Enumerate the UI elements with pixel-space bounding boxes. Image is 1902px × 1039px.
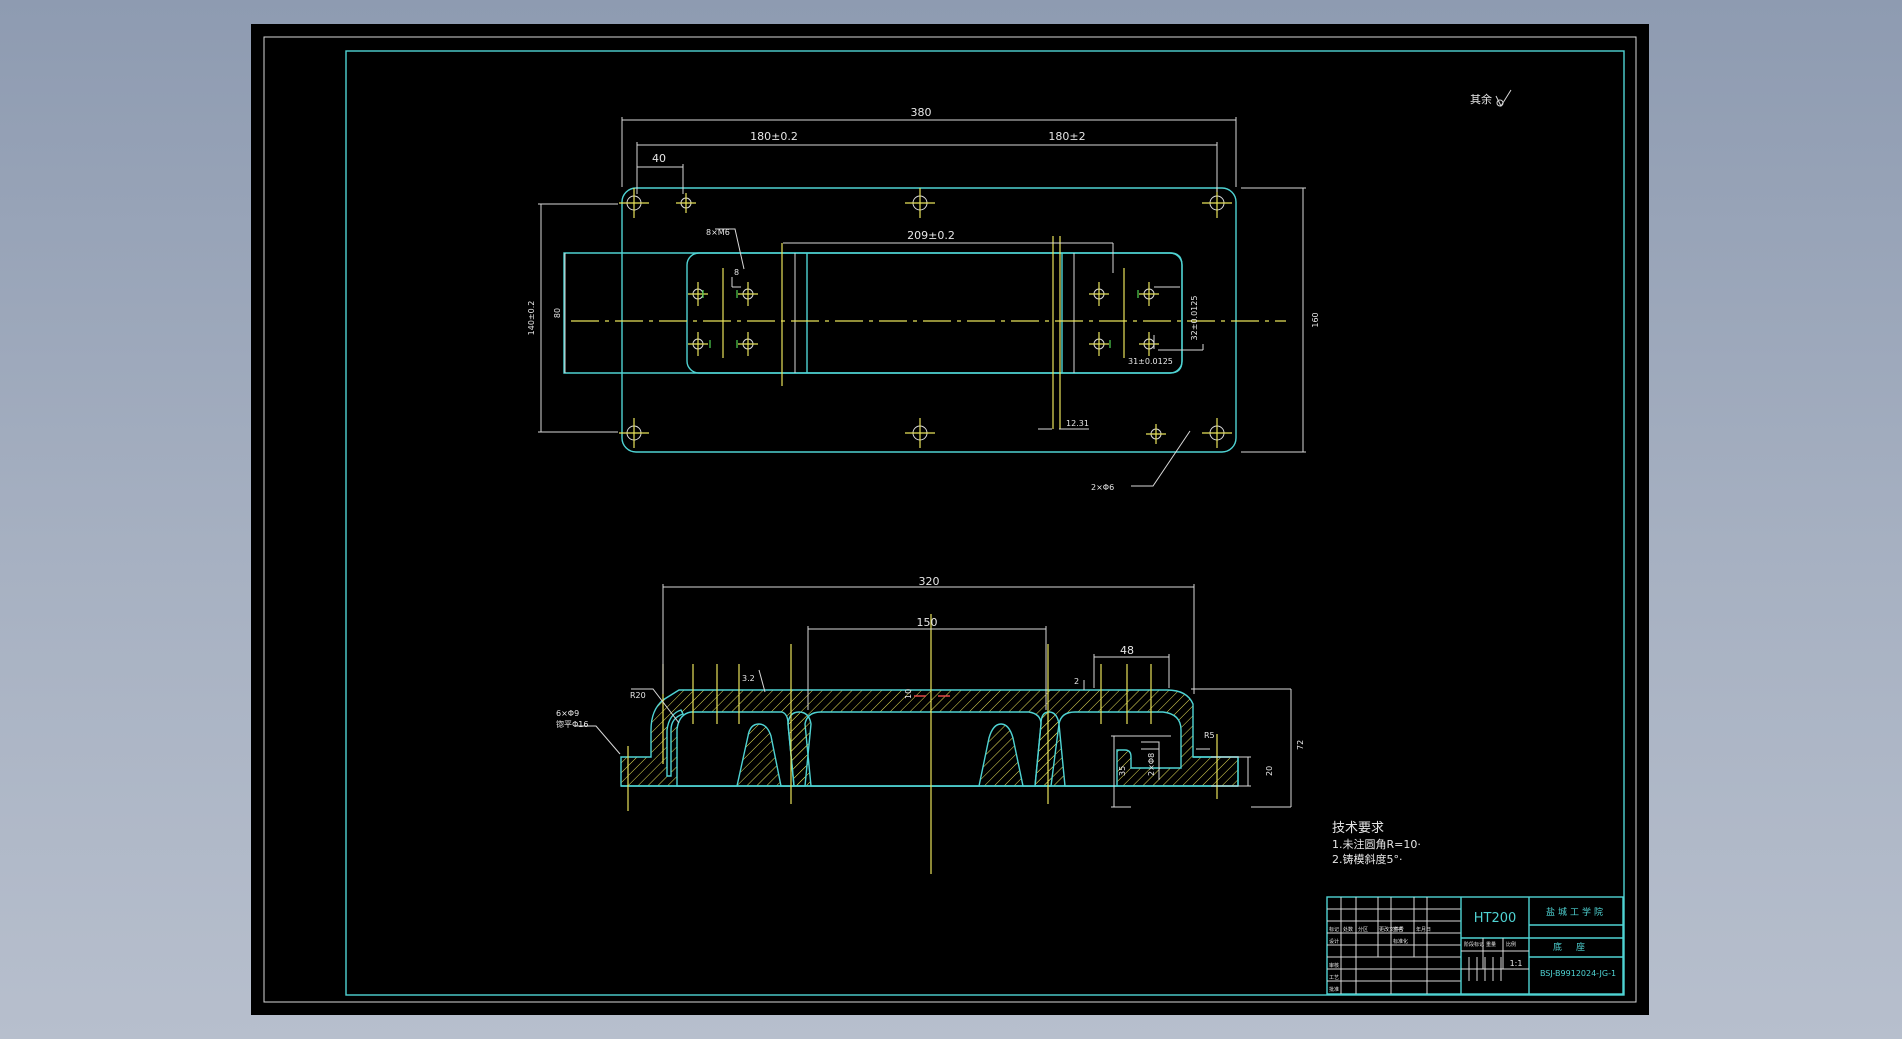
dim-180-right: 180±2 xyxy=(1048,130,1085,143)
dim-140: 140±0.2 xyxy=(527,301,536,336)
svg-text:年月日: 年月日 xyxy=(1416,926,1431,933)
svg-text:签名: 签名 xyxy=(1393,926,1403,933)
dim-31: 31±0.0125 xyxy=(1128,357,1173,366)
roughness-note: 其余 xyxy=(1470,92,1492,106)
dim-35: 35 xyxy=(1118,766,1127,776)
svg-text:重量: 重量 xyxy=(1486,941,1496,948)
tech-item-2: 2.铸模斜度5°· xyxy=(1332,852,1403,866)
svg-text:审核: 审核 xyxy=(1329,962,1339,969)
svg-text:标准化: 标准化 xyxy=(1393,938,1408,945)
svg-text:批准: 批准 xyxy=(1329,986,1339,993)
tech-title: 技术要求 xyxy=(1332,821,1384,836)
inner-block xyxy=(563,252,1183,374)
radius-r20: R20 xyxy=(630,691,646,700)
dim-150: 150 xyxy=(917,616,938,629)
svg-text:设计: 设计 xyxy=(1329,938,1339,945)
surface-mark: 3.2 xyxy=(742,674,755,683)
svg-text:标记: 标记 xyxy=(1329,926,1339,933)
dim-380: 380 xyxy=(911,106,932,119)
dim-80: 80 xyxy=(553,308,562,318)
cad-drawing: 其余 380 180±0.2 180±2 40 209±0.2 8×M6 8 1… xyxy=(263,36,1637,1003)
svg-text:比例: 比例 xyxy=(1506,941,1516,948)
dim-20: 20 xyxy=(1265,766,1274,776)
thread-callout: 8×M6 xyxy=(706,228,730,237)
dim-72: 72 xyxy=(1296,740,1305,750)
dim-160: 160 xyxy=(1311,312,1320,327)
top-view: 380 180±0.2 180±2 40 209±0.2 8×M6 8 140±… xyxy=(527,106,1320,492)
counterbore-line1: 6×Φ9 xyxy=(556,709,579,718)
dim-2: 2 xyxy=(1074,677,1079,686)
svg-text:阶段标记: 阶段标记 xyxy=(1464,941,1484,948)
dim-209: 209±0.2 xyxy=(907,229,955,242)
radius-r5: R5 xyxy=(1204,731,1215,740)
dim-40: 40 xyxy=(652,152,666,165)
title-block-labels: 标记 处数 分区 更改文件号 签名 年月日 设计 标准化 阶段标记 重量 比例 … xyxy=(1329,926,1516,993)
outer-border xyxy=(263,36,1637,1003)
counterbore-line2: 锪平Φ16 xyxy=(556,719,588,729)
dim-10: 10 xyxy=(904,689,913,699)
svg-text:处数: 处数 xyxy=(1343,926,1353,933)
inner-frame xyxy=(345,50,1625,996)
inner-rib xyxy=(686,252,1183,374)
svg-text:分区: 分区 xyxy=(1358,926,1368,933)
dim-48: 48 xyxy=(1120,644,1134,657)
tech-requirements: 技术要求 1.未注圆角R=10· 2.铸模斜度5°· xyxy=(1332,821,1421,866)
dim-180-left: 180±0.2 xyxy=(750,130,798,143)
pin-hole-callout: 2×Φ6 xyxy=(1091,483,1114,492)
dim-320: 320 xyxy=(919,575,940,588)
dim-8: 8 xyxy=(734,268,739,277)
drill-callout: 2×Φ8 xyxy=(1147,753,1156,776)
part-name: 底座 xyxy=(1553,941,1599,953)
school-name: 盐城工学院 xyxy=(1546,906,1606,918)
material-label: HT200 xyxy=(1474,911,1517,926)
drawing-number: BSJ-B9912024-JG-1 xyxy=(1540,969,1616,978)
drawing-sheet: 其余 380 180±0.2 180±2 40 209±0.2 8×M6 8 1… xyxy=(251,24,1649,1015)
roughness-symbol-icon xyxy=(1495,89,1512,108)
title-block: HT200 盐城工学院 底座 1:1 BSJ-B9912024-JG-1 标记 … xyxy=(1326,896,1624,995)
dim-slot: 12.31 xyxy=(1066,419,1089,428)
dim-32: 32±0.0125 xyxy=(1190,296,1199,341)
section-view: 320 150 48 R20 3.2 10 2 6×Φ9 锪平Φ16 2×Φ8 … xyxy=(556,575,1305,874)
tech-item-1: 1.未注圆角R=10· xyxy=(1332,837,1421,851)
scale-value: 1:1 xyxy=(1510,959,1523,968)
svg-text:工艺: 工艺 xyxy=(1329,975,1339,981)
